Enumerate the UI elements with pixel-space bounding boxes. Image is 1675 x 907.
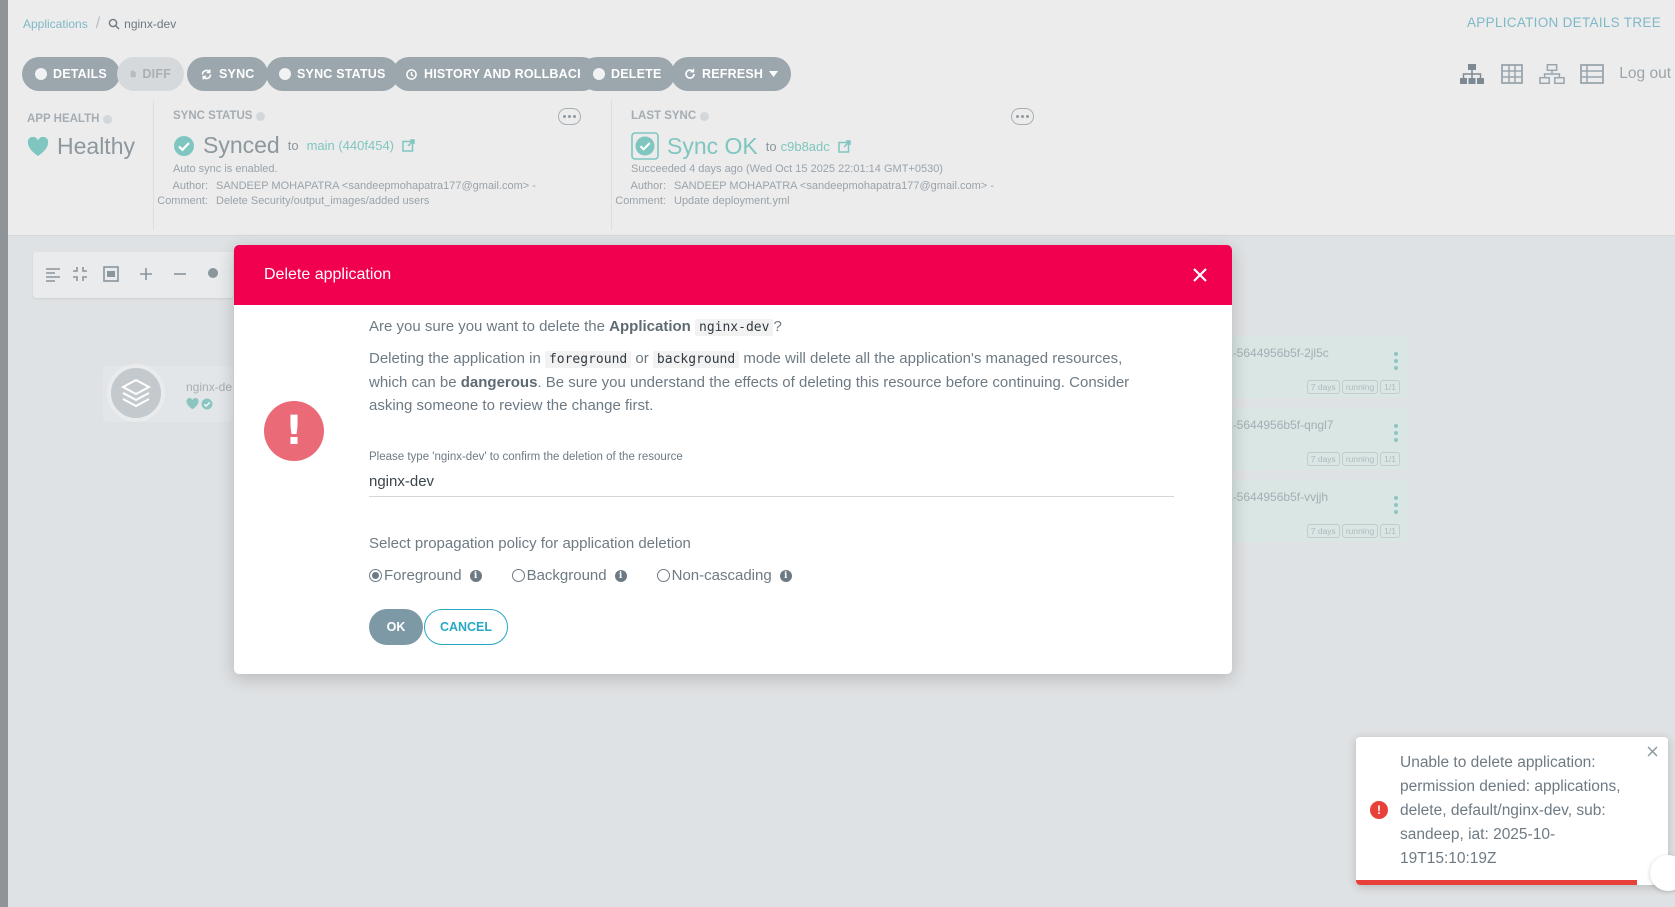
background-code: background xyxy=(652,351,740,368)
warning-paragraph: Deleting the application in foreground o… xyxy=(369,347,1189,418)
modal-overlay: Delete application ! Are you sure you wa… xyxy=(0,0,1675,907)
error-icon: ! xyxy=(1370,801,1388,819)
policy-background-option[interactable]: Background i xyxy=(511,567,627,584)
warning-icon: ! xyxy=(264,401,324,461)
question-prefix: Are you sure you want to delete the xyxy=(369,318,610,335)
warn-text-2: or xyxy=(631,350,653,367)
close-icon[interactable] xyxy=(1647,746,1658,757)
policy-foreground-label: Foreground xyxy=(384,567,462,584)
question-suffix: ? xyxy=(773,318,782,335)
delete-application-dialog: Delete application ! Are you sure you wa… xyxy=(234,245,1232,674)
warn-text-6: asking someone to review the change firs… xyxy=(369,397,654,414)
warn-text-3: mode will delete all the application's m… xyxy=(739,350,1123,367)
dialog-header: Delete application xyxy=(234,245,1232,305)
info-icon[interactable]: i xyxy=(779,569,792,582)
foreground-code: foreground xyxy=(544,351,632,368)
radio-background[interactable] xyxy=(511,569,525,582)
dialog-title: Delete application xyxy=(264,266,392,283)
error-toast: ! Unable to delete application: permissi… xyxy=(1356,737,1668,885)
question-bold: Application xyxy=(609,318,691,335)
radio-non-cascading[interactable] xyxy=(656,569,670,582)
ok-button[interactable]: OK xyxy=(369,609,423,645)
warn-text-4: which can be xyxy=(369,374,461,391)
policy-foreground-option[interactable]: Foreground i xyxy=(369,567,482,584)
warn-text-5: . Be sure you understand the effects of … xyxy=(537,374,1130,391)
propagation-policy-label: Select propagation policy for applicatio… xyxy=(369,535,691,552)
dangerous-bold: dangerous xyxy=(460,374,538,391)
info-icon[interactable]: i xyxy=(614,569,627,582)
toast-progress-bar xyxy=(1356,880,1637,885)
propagation-policy-group: Foreground i Background i Non-cascading … xyxy=(369,567,822,584)
confirm-field-label: Please type 'nginx-dev' to confirm the d… xyxy=(369,451,683,463)
policy-non-cascading-option[interactable]: Non-cascading i xyxy=(656,567,792,584)
confirm-name-input[interactable] xyxy=(369,467,1174,497)
info-icon[interactable]: i xyxy=(469,569,482,582)
policy-background-label: Background xyxy=(526,567,607,584)
radio-foreground[interactable] xyxy=(369,569,382,582)
confirm-question: Are you sure you want to delete the Appl… xyxy=(369,315,782,340)
error-toast-message: Unable to delete application: permission… xyxy=(1400,754,1621,867)
assistant-bubble[interactable] xyxy=(1650,855,1675,891)
warn-text-1: Deleting the application in xyxy=(369,350,545,367)
app-name-code: nginx-dev xyxy=(695,319,774,336)
close-icon[interactable] xyxy=(1190,265,1210,285)
policy-non-cascading-label: Non-cascading xyxy=(671,567,772,584)
cancel-button[interactable]: CANCEL xyxy=(424,609,508,645)
